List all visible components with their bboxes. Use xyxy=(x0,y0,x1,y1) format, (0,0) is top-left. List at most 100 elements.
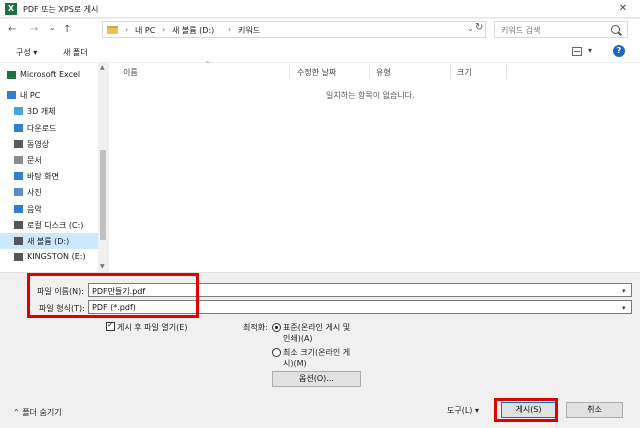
column-header-size[interactable]: 크기 xyxy=(457,67,472,78)
hide-folders-button[interactable]: ⌃ 폴더 숨기기 xyxy=(13,407,62,418)
sidebar-item[interactable]: KINGSTON (E:) xyxy=(0,249,98,265)
highlight-box xyxy=(27,273,199,318)
sidebar-item-label: 문서 xyxy=(27,156,42,165)
highlight-box xyxy=(494,398,558,422)
tools-button[interactable]: 도구(L) ▾ xyxy=(447,405,479,416)
document-icon xyxy=(14,156,23,164)
sidebar-item-label: 동영상 xyxy=(27,139,50,149)
breadcrumb-this-pc[interactable]: 내 PC xyxy=(135,25,155,36)
recent-locations-dropdown[interactable]: ⌄ xyxy=(49,21,56,35)
disk-icon xyxy=(14,237,23,245)
refresh-icon[interactable]: ↻ xyxy=(475,22,483,33)
open-after-publish-label: 게시 후 파일 열기(E) xyxy=(117,323,188,332)
up-button[interactable]: ↑ xyxy=(63,23,71,37)
breadcrumb-separator: › xyxy=(125,25,129,34)
sidebar-item-label: 새 볼륨 (D:) xyxy=(27,237,70,246)
sidebar-item[interactable]: 3D 개체 xyxy=(0,103,98,119)
download-icon xyxy=(14,123,23,132)
view-options-icon[interactable] xyxy=(572,47,582,56)
sidebar-item[interactable]: 로컬 디스크 (C:) xyxy=(0,217,98,233)
breadcrumb-separator: › xyxy=(162,25,166,34)
filetype-dropdown-icon[interactable]: ▾ xyxy=(622,304,626,312)
sidebar-item-label: 로컬 디스크 (C:) xyxy=(27,220,84,230)
sidebar-item-label: 바탕 화면 xyxy=(27,172,59,182)
chevron-down-icon: ▾ xyxy=(474,406,479,415)
sidebar-item[interactable]: 문서 xyxy=(0,152,98,168)
sidebar-item-label: 음악 xyxy=(27,204,42,214)
empty-message: 일치하는 항목이 없습니다. xyxy=(326,91,415,100)
forward-button[interactable]: → xyxy=(30,23,38,37)
organize-button[interactable]: 구성 ▾ xyxy=(16,47,37,58)
breadcrumb-separator: › xyxy=(228,25,232,34)
sidebar-item[interactable]: 다운로드 xyxy=(0,120,98,136)
optimize-minimum-radio[interactable] xyxy=(272,348,281,357)
column-divider[interactable] xyxy=(369,64,370,78)
column-divider[interactable] xyxy=(506,64,507,78)
command-bar xyxy=(0,41,640,63)
options-button[interactable]: 옵션(O)... xyxy=(272,371,361,387)
title-bar: X PDF 또는 XPS로 게시 ✕ xyxy=(0,0,640,18)
optimize-standard-label-line2: 인쇄)(A) xyxy=(283,334,313,343)
dialog-title: PDF 또는 XPS로 게시 xyxy=(23,5,99,14)
close-button[interactable]: ✕ xyxy=(606,0,640,18)
optimize-standard-radio[interactable] xyxy=(272,323,281,332)
search-placeholder: 키워드 검색 xyxy=(501,26,541,35)
view-dropdown-icon[interactable]: ▾ xyxy=(588,46,592,55)
column-divider[interactable] xyxy=(289,64,290,78)
sidebar-item[interactable]: 바탕 화면 xyxy=(0,168,98,184)
back-button[interactable]: ← xyxy=(8,23,16,37)
navigation-pane: Microsoft Excel 내 PC 3D 개체다운로드동영상문서바탕 화면사진… xyxy=(0,63,98,272)
help-icon[interactable]: ? xyxy=(613,45,625,57)
sidebar-item[interactable]: 음악 xyxy=(0,201,98,217)
filename-dropdown-icon[interactable]: ▾ xyxy=(622,287,626,295)
chevron-down-icon: ▾ xyxy=(33,48,38,57)
address-bar[interactable]: › 내 PC › 새 볼륨 (D:) › 키워드 ⌄ xyxy=(102,21,486,38)
disk-icon xyxy=(14,220,23,229)
open-after-publish-checkbox[interactable] xyxy=(106,320,115,331)
cancel-button[interactable]: 취소 xyxy=(566,402,623,418)
sidebar-item-label: 내 PC xyxy=(20,91,41,101)
sidebar-item-label: 3D 개체 xyxy=(27,107,56,117)
3d-objects-icon xyxy=(14,107,23,116)
optimize-label: 최적화: xyxy=(243,323,268,332)
breadcrumb-volume-d[interactable]: 새 볼륨 (D:) xyxy=(172,25,214,36)
column-header-name[interactable]: 이름 xyxy=(123,67,138,78)
tools-label: 도구(L) xyxy=(447,406,473,415)
breadcrumb-keyword[interactable]: 키워드 xyxy=(238,25,260,36)
video-icon xyxy=(14,139,23,148)
desktop-icon xyxy=(14,172,23,181)
search-box[interactable]: 키워드 검색 xyxy=(494,21,628,38)
address-dropdown-icon[interactable]: ⌄ xyxy=(467,24,474,33)
hide-folders-label: 폴더 숨기기 xyxy=(22,408,62,417)
scroll-down-arrow[interactable]: ▼ xyxy=(100,263,105,270)
optimize-minimum-label-line1: 최소 크기(온라인 게 xyxy=(283,348,351,357)
pictures-icon xyxy=(14,188,23,197)
excel-icon: X xyxy=(5,3,17,15)
sidebar-item[interactable]: 새 볼륨 (D:) xyxy=(0,233,98,249)
sidebar-item[interactable]: 사진 xyxy=(0,184,98,200)
sidebar-item-label: 사진 xyxy=(27,188,42,198)
sidebar-item-label: Microsoft Excel xyxy=(20,70,81,79)
optimize-standard-label-line1: 표준(온라인 게시 및 xyxy=(283,323,351,332)
search-icon xyxy=(611,25,620,34)
sidebar-item[interactable]: 동영상 xyxy=(0,136,98,152)
sidebar-item[interactable]: Microsoft Excel xyxy=(0,67,98,83)
sidebar-item-label: 다운로드 xyxy=(27,123,57,133)
new-folder-button[interactable]: 새 폴더 xyxy=(63,47,88,58)
music-icon xyxy=(14,204,23,213)
scroll-up-arrow[interactable]: ▲ xyxy=(100,64,105,71)
scrollbar-thumb[interactable] xyxy=(100,150,106,240)
sort-ascending-icon: ^ xyxy=(205,61,211,68)
folder-icon xyxy=(107,26,118,34)
column-header-type[interactable]: 유형 xyxy=(376,67,391,78)
usb-drive-icon xyxy=(14,253,23,262)
chevron-up-icon: ⌃ xyxy=(13,408,20,417)
column-divider[interactable] xyxy=(450,64,451,78)
excel-icon xyxy=(7,71,16,79)
pc-icon xyxy=(7,91,16,100)
sidebar-item-label: KINGSTON (E:) xyxy=(27,252,86,262)
optimize-minimum-label-line2: 시)(M) xyxy=(283,359,307,368)
sidebar-item[interactable]: 내 PC xyxy=(0,87,98,103)
organize-label: 구성 xyxy=(16,48,31,57)
column-header-modified[interactable]: 수정한 날짜 xyxy=(297,67,336,78)
